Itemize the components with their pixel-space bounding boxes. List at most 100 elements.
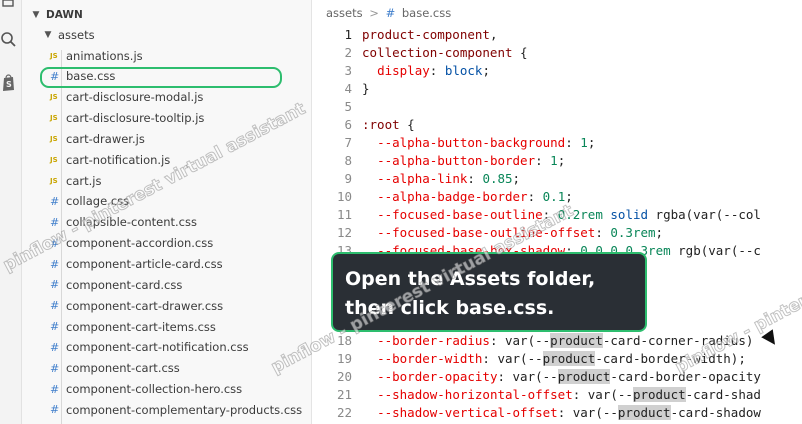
file-item[interactable]: JS cart-disclosure-tooltip.js (50, 108, 311, 129)
code-line: 22 --shadow-vertical-offset: var(--produ… (312, 403, 802, 421)
shopify-icon[interactable]: S (0, 72, 18, 94)
file-item[interactable]: JS cart-disclosure-modal.js (50, 87, 311, 108)
file-label: component-article-card.css (66, 257, 223, 271)
code-text: --border-width: var(--product-card-borde… (377, 350, 746, 366)
line-number: 5 (344, 98, 352, 114)
svg-text:S: S (6, 80, 12, 89)
line-number: 1 (344, 26, 352, 42)
code-line: 1 product-component, (312, 25, 802, 43)
code-line: 7 --alpha-button-background: 1; (312, 133, 802, 151)
breadcrumb-folder[interactable]: assets (326, 6, 363, 20)
css-file-icon: # (50, 382, 60, 396)
file-item[interactable]: # component-accordion.css (50, 233, 311, 254)
code-text: --border-radius: var(--product-card-corn… (377, 332, 754, 348)
code-text: --alpha-button-background: 1; (377, 134, 596, 150)
code-text: --shadow-vertical-offset: var(--product-… (377, 404, 761, 420)
breadcrumb-separator: > (369, 6, 379, 20)
file-item[interactable]: # component-article-card.css (50, 254, 311, 275)
file-label: component-card.css (66, 277, 183, 292)
line-number: 4 (344, 80, 352, 96)
css-file-icon: # (50, 403, 60, 417)
explorer-root-dawn[interactable]: ▼ DAWN (30, 4, 311, 25)
css-file-icon: # (50, 257, 60, 271)
file-item[interactable]: JS cart-drawer.js (50, 128, 311, 149)
file-item[interactable]: JS animations.js (50, 45, 311, 66)
file-item[interactable]: # component-cart-notification.css (50, 337, 311, 358)
code-line: 2 collection-component { (312, 43, 802, 61)
file-label: cart.js (66, 173, 102, 188)
code-line: 6:root { (312, 115, 802, 133)
file-label: collapsible-content.css (66, 215, 197, 230)
breadcrumb-file[interactable]: base.css (402, 6, 451, 20)
code-line: 9 --alpha-link: 0.85; (312, 169, 802, 187)
js-file-icon: JS (50, 93, 58, 102)
code-text: collection-component { (362, 44, 528, 60)
file-label: component-complementary-products.css (66, 402, 303, 417)
line-number: 8 (344, 152, 352, 168)
code-line: 18 --border-radius: var(--product-card-c… (312, 331, 802, 349)
line-number: 18 (336, 332, 352, 348)
file-item[interactable]: # component-complementary-products.css (50, 399, 311, 420)
line-number: 19 (336, 350, 352, 366)
root-folder-label: DAWN (46, 8, 83, 21)
code-text: --border-opacity: var(--product-card-bor… (377, 368, 761, 384)
file-label: component-cart-items.css (66, 319, 216, 334)
file-item[interactable]: # component-cart-items.css (50, 316, 311, 337)
file-item[interactable]: # component-card.css (50, 274, 311, 295)
code-line: 8 --alpha-button-border: 1; (312, 151, 802, 169)
line-number: 9 (344, 170, 352, 186)
file-item[interactable]: # collapsible-content.css (50, 212, 311, 233)
file-item[interactable]: # component-cart.css (50, 358, 311, 379)
code-line: 10 --alpha-badge-border: 0.1; (312, 187, 802, 205)
code-text: --focused-base-outline: 0.2rem solid rgb… (377, 206, 761, 222)
code-text: display: block; (377, 62, 490, 78)
file-label: component-cart.css (66, 361, 180, 376)
line-number: 21 (336, 386, 352, 402)
folder-assets[interactable]: ▼ assets (42, 24, 311, 45)
js-file-icon: JS (50, 51, 58, 60)
code-line: 11 --focused-base-outline: 0.2rem solid … (312, 205, 802, 223)
activity-bar: S (0, 0, 22, 424)
line-number: 6 (344, 116, 352, 132)
chevron-down-icon: ▼ (44, 29, 52, 40)
code-text: --alpha-button-border: 1; (377, 152, 566, 168)
file-item[interactable]: # component-cart-drawer.css (50, 295, 311, 316)
js-file-icon: JS (50, 176, 58, 185)
line-number: 3 (344, 62, 352, 78)
line-number: 20 (336, 368, 352, 384)
code-text: --alpha-link: 0.85; (377, 170, 521, 186)
highlight-ring (40, 67, 282, 88)
code-text: product-component, (362, 26, 498, 42)
line-number: 7 (344, 134, 352, 150)
instruction-tooltip: Open the Assets folder, then click base.… (331, 252, 647, 332)
chevron-down-icon: ▼ (32, 9, 40, 20)
file-item[interactable]: JS cart.js (50, 170, 311, 191)
code-text: } (362, 80, 370, 96)
line-number: 2 (344, 44, 352, 60)
file-label: component-accordion.css (66, 236, 214, 251)
explorer-panel: ▼ DAWN ▼ assets JS animations.js # base.css… (22, 0, 312, 424)
file-item[interactable]: # collage.css (50, 191, 311, 212)
css-file-icon: # (50, 320, 60, 334)
folder-label: assets (58, 27, 95, 42)
code-line: 3 display: block; (312, 61, 802, 79)
file-item[interactable]: # component-collection-hero.css (50, 379, 311, 400)
search-icon[interactable] (0, 30, 18, 52)
file-item[interactable]: JS cart-notification.js (50, 149, 311, 170)
line-number: 10 (336, 188, 352, 204)
css-file-icon: # (50, 194, 60, 208)
code-line: 5 (312, 97, 802, 115)
tooltip-line-2: then click base.css. (345, 297, 555, 319)
css-file-icon: # (50, 361, 60, 375)
file-label: cart-notification.js (66, 152, 171, 167)
js-file-icon: JS (50, 114, 58, 123)
file-label: animations.js (66, 48, 143, 63)
line-number: 11 (336, 206, 352, 222)
file-label: collage.css (66, 194, 130, 209)
code-line: 21 --shadow-horizontal-offset: var(--pro… (312, 385, 802, 403)
file-label: component-cart-notification.css (66, 340, 249, 355)
file-label: cart-drawer.js (66, 131, 145, 146)
js-file-icon: JS (50, 155, 58, 164)
css-file-icon: # (50, 299, 60, 313)
files-icon[interactable] (0, 0, 18, 22)
